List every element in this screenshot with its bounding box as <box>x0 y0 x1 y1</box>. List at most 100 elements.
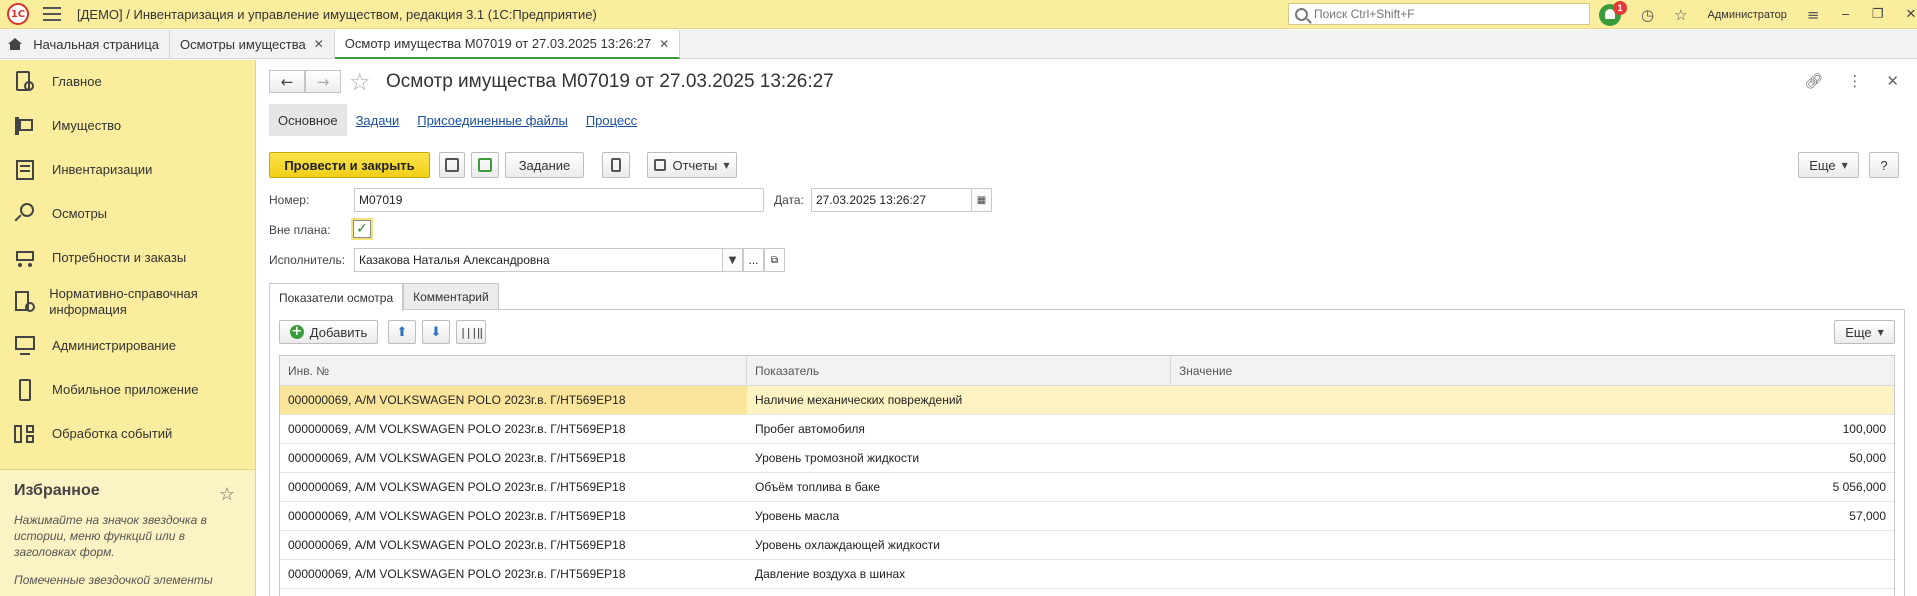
history-icon[interactable]: ◷ <box>1641 6 1654 24</box>
back-button[interactable]: ← <box>269 70 305 93</box>
favorites-star-icon[interactable]: ☆ <box>1674 6 1687 24</box>
main-menu-icon[interactable] <box>43 7 61 21</box>
cell-value[interactable]: 100,000 <box>1171 415 1894 443</box>
post-button[interactable] <box>471 152 499 178</box>
close-tab-icon[interactable]: ✕ <box>659 37 669 51</box>
table-row[interactable]: 000000069, А/М VOLKSWAGEN POLO 2023г.в. … <box>280 444 1894 473</box>
tab-inspections-list-label: Осмотры имущества <box>180 36 306 52</box>
checkmark-icon: ✓ <box>356 221 368 237</box>
tab-process[interactable]: Процесс <box>577 104 646 136</box>
close-window-icon[interactable]: ✕ <box>1905 7 1916 22</box>
structure-button[interactable] <box>602 152 630 178</box>
current-user[interactable]: Администратор <box>1708 9 1787 21</box>
tab-inspections-list[interactable]: Осмотры имущества ✕ <box>170 30 335 58</box>
cell-value[interactable]: 57,000 <box>1171 502 1894 530</box>
tab-comment[interactable]: Комментарий <box>403 283 499 310</box>
barcode-button[interactable]: |||‖ <box>456 320 486 344</box>
executor-value: Казакова Наталья Александровна <box>359 253 550 267</box>
executor-field[interactable]: Казакова Наталья Александровна ▼ <box>354 248 743 272</box>
cell-indicator[interactable]: Наличие механических повреждений <box>747 386 1171 414</box>
cell-indicator[interactable]: Пробег автомобиля <box>747 415 1171 443</box>
notifications-icon[interactable]: 1 <box>1599 0 1627 26</box>
close-tab-icon[interactable]: ✕ <box>314 37 324 51</box>
cell-value[interactable] <box>1171 531 1894 559</box>
open-executor-button[interactable]: ⧉ <box>764 248 785 272</box>
sidebar-item-main[interactable]: Главное <box>0 60 255 104</box>
table-row[interactable]: 000000069, А/М VOLKSWAGEN POLO 2023г.в. … <box>280 560 1894 589</box>
minimize-icon[interactable]: ‒ <box>1842 7 1850 22</box>
cell-value[interactable]: 5 056,000 <box>1171 473 1894 501</box>
help-button[interactable]: ? <box>1869 152 1899 178</box>
table-row[interactable]: 000000069, А/М VOLKSWAGEN POLO 2023г.в. … <box>280 531 1894 560</box>
more-vertical-icon[interactable]: ⋮ <box>1847 72 1862 90</box>
cell-value[interactable] <box>1171 386 1894 414</box>
sidebar-item-reference-info[interactable]: Нормативно-справочная информация <box>0 280 255 324</box>
cell-inv[interactable]: 000000069, А/М VOLKSWAGEN POLO 2023г.в. … <box>280 560 747 588</box>
number-field[interactable]: М07019 <box>354 188 764 212</box>
cell-indicator[interactable]: Уровень масла <box>747 502 1171 530</box>
global-search[interactable] <box>1288 3 1590 25</box>
cell-inv[interactable]: 000000069, А/М VOLKSWAGEN POLO 2023г.в. … <box>280 415 747 443</box>
arrow-up-icon: ⬆ <box>396 324 408 340</box>
favorites-star-icon[interactable]: ☆ <box>219 484 235 505</box>
tab-inspection-doc[interactable]: Осмотр имущества М07019 от 27.03.2025 13… <box>334 30 681 59</box>
calendar-icon[interactable]: ▦ <box>971 189 991 211</box>
add-to-favorites-icon[interactable]: ☆ <box>349 68 371 96</box>
table-row[interactable]: 000000069, А/М VOLKSWAGEN POLO 2023г.в. … <box>280 415 1894 444</box>
restore-icon[interactable]: ❐ <box>1872 7 1884 22</box>
sidebar-item-needs-orders[interactable]: Потребности и заказы <box>0 236 255 280</box>
cell-indicator[interactable]: Уровень тромозной жидкости <box>747 444 1171 472</box>
cell-indicator[interactable]: Объём топлива в баке <box>747 473 1171 501</box>
tab-inspection-indicators[interactable]: Показатели осмотра <box>269 283 404 311</box>
tab-home[interactable]: Начальная страница <box>0 30 170 58</box>
mobile-icon <box>12 377 38 403</box>
sidebar-item-administration[interactable]: Администрирование <box>0 324 255 368</box>
table-row[interactable]: 000000069, А/М VOLKSWAGEN POLO 2023г.в. … <box>280 386 1894 415</box>
sidebar-item-property[interactable]: Имущество <box>0 104 255 148</box>
tab-main[interactable]: Основное <box>269 104 347 136</box>
search-input[interactable] <box>1314 7 1574 21</box>
indicators-table: Инв. № Показатель Значение 000000069, А/… <box>279 355 1895 596</box>
table-row[interactable]: 000000069, А/М VOLKSWAGEN POLO 2023г.в. … <box>280 502 1894 531</box>
cell-indicator[interactable]: Уровень охлаждающей жидкости <box>747 531 1171 559</box>
reference-icon <box>12 289 35 315</box>
settings-menu-icon[interactable]: ≡ <box>1807 6 1820 24</box>
sidebar-item-event-processing[interactable]: Обработка событий <box>0 412 255 456</box>
document-form: ← → ☆ Осмотр имущества М07019 от 27.03.2… <box>257 60 1917 596</box>
tab-tasks[interactable]: Задачи <box>347 104 409 136</box>
column-header-inv[interactable]: Инв. № <box>280 356 747 385</box>
column-header-indicator[interactable]: Показатель <box>747 356 1171 385</box>
title-bar: 1С [ДЕМО] / Инвентаризация и управление … <box>0 0 1917 29</box>
column-header-value[interactable]: Значение <box>1171 356 1894 385</box>
cell-inv[interactable]: 000000069, А/М VOLKSWAGEN POLO 2023г.в. … <box>280 502 747 530</box>
unplanned-checkbox[interactable]: ✓ <box>353 220 371 238</box>
move-down-button[interactable]: ⬇ <box>422 320 450 344</box>
sidebar-item-label: Обработка событий <box>52 426 173 441</box>
select-from-list-button[interactable]: ... <box>743 248 764 272</box>
add-row-button[interactable]: + Добавить <box>279 320 378 344</box>
cell-inv[interactable]: 000000069, А/М VOLKSWAGEN POLO 2023г.в. … <box>280 386 747 414</box>
more-button[interactable]: Еще ▼ <box>1798 152 1859 178</box>
close-form-icon[interactable]: ✕ <box>1886 72 1899 90</box>
task-button[interactable]: Задание <box>505 152 584 178</box>
cell-inv[interactable]: 000000069, А/М VOLKSWAGEN POLO 2023г.в. … <box>280 444 747 472</box>
table-more-button[interactable]: Еще ▼ <box>1834 320 1895 344</box>
cell-inv[interactable]: 000000069, А/М VOLKSWAGEN POLO 2023г.в. … <box>280 473 747 501</box>
forward-button[interactable]: → <box>305 70 341 93</box>
cell-value[interactable]: 50,000 <box>1171 444 1894 472</box>
link-icon[interactable]: 🔗︎ <box>1804 72 1823 90</box>
sidebar-item-mobile-app[interactable]: Мобильное приложение <box>0 368 255 412</box>
cell-indicator[interactable]: Давление воздуха в шинах <box>747 560 1171 588</box>
cell-value[interactable] <box>1171 560 1894 588</box>
tab-attached-files[interactable]: Присоединенные файлы <box>408 104 577 136</box>
move-up-button[interactable]: ⬆ <box>388 320 416 344</box>
cell-inv[interactable]: 000000069, А/М VOLKSWAGEN POLO 2023г.в. … <box>280 531 747 559</box>
post-and-close-button[interactable]: Провести и закрыть <box>269 152 430 178</box>
date-field[interactable]: 27.03.2025 13:26:27 ▦ <box>811 188 992 212</box>
dropdown-chevron-icon[interactable]: ▼ <box>722 249 742 271</box>
sidebar-item-inventories[interactable]: Инвентаризации <box>0 148 255 192</box>
save-button[interactable] <box>439 152 465 178</box>
sidebar-item-inspections[interactable]: Осмотры <box>0 192 255 236</box>
reports-button[interactable]: Отчеты ▼ <box>647 152 737 178</box>
table-row[interactable]: 000000069, А/М VOLKSWAGEN POLO 2023г.в. … <box>280 473 1894 502</box>
